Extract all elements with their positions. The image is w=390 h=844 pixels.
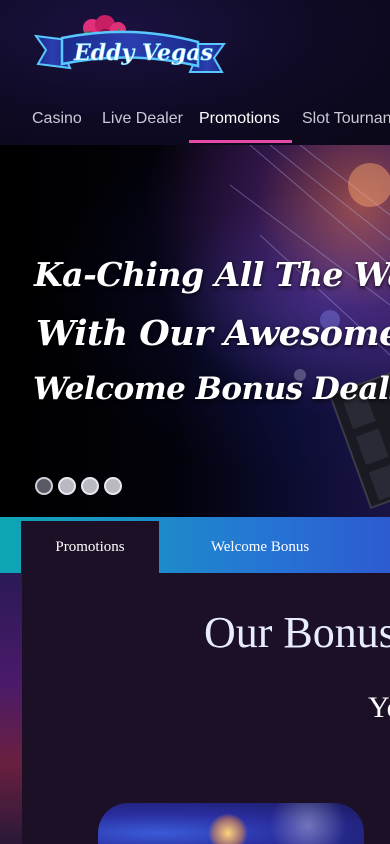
carousel-dot-4[interactable] xyxy=(104,477,122,495)
carousel-dot-2[interactable] xyxy=(58,477,76,495)
section-title: Our Bonus xyxy=(204,608,390,657)
carousel-dot-3[interactable] xyxy=(81,477,99,495)
tab-welcome-bonus[interactable]: Welcome Bonus xyxy=(180,521,340,573)
section-subtitle: Yo xyxy=(368,691,390,724)
hero-headline-line-2: With Our Awesome xyxy=(36,313,390,354)
nav-active-indicator xyxy=(189,140,292,143)
nav-item-casino[interactable]: Casino xyxy=(32,110,82,128)
hero-headline-line-1: Ka-Ching All The Way xyxy=(34,255,390,294)
hero-banner[interactable]: Ka-Ching All The Way With Our Awesome We… xyxy=(0,145,390,517)
nav-item-slot-tournaments[interactable]: Slot Tournan xyxy=(302,110,390,128)
logo-text: Eddy Vegas xyxy=(73,40,213,66)
eddy-vegas-logo[interactable]: Eddy Vegas xyxy=(33,14,226,82)
side-background-art xyxy=(0,573,22,844)
carousel-dot-1[interactable] xyxy=(35,477,53,495)
tab-promotions[interactable]: Promotions xyxy=(21,521,159,573)
promo-card-image[interactable] xyxy=(98,803,364,844)
nav-item-live-dealer[interactable]: Live Dealer xyxy=(102,110,183,128)
nav-item-promotions[interactable]: Promotions xyxy=(199,110,280,128)
promo-tabs: Promotions Welcome Bonus xyxy=(0,517,390,573)
site-header: Eddy Vegas Casino Live Dealer Promotions… xyxy=(0,0,390,145)
hero-headline-line-3: Welcome Bonus Deals xyxy=(33,371,390,407)
promo-logo-glow xyxy=(208,813,248,844)
main-nav: Casino Live Dealer Promotions Slot Tourn… xyxy=(0,98,390,144)
promotions-content: Our Bonus Yo xyxy=(22,573,390,844)
